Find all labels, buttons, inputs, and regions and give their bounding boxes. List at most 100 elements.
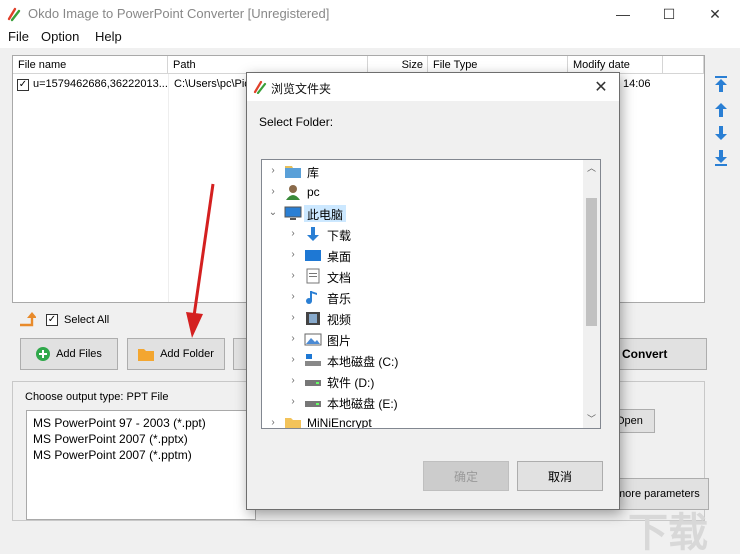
select-all-checkbox[interactable]: ✓ bbox=[46, 314, 58, 326]
tree-scrollbar[interactable]: ︿ ﹀ bbox=[583, 160, 600, 428]
output-type-pptx[interactable]: MS PowerPoint 2007 (*.pptx) bbox=[33, 432, 188, 446]
tree-item[interactable]: › 本地磁盘 (C:) bbox=[262, 350, 584, 371]
user-icon bbox=[286, 185, 300, 200]
more-parameters-label: more parameters bbox=[616, 488, 700, 500]
tree-item[interactable]: › 软件 (D:) bbox=[262, 371, 584, 392]
tree-item[interactable]: › 音乐 bbox=[262, 287, 584, 308]
expand-chevron-icon[interactable]: › bbox=[288, 228, 298, 240]
tree-item[interactable]: › 文档 bbox=[262, 266, 584, 287]
scroll-up-icon[interactable]: ︿ bbox=[583, 160, 600, 177]
add-folder-button[interactable]: Add Folder bbox=[127, 338, 225, 370]
row-modify-date[interactable]: 14:06 bbox=[623, 78, 651, 90]
video-icon bbox=[306, 312, 320, 325]
move-up-icon[interactable] bbox=[713, 101, 729, 119]
convert-label: Convert bbox=[622, 347, 668, 361]
open-label: Open bbox=[616, 415, 643, 427]
document-icon bbox=[306, 268, 320, 284]
tree-item-label: pc bbox=[307, 185, 320, 199]
expand-chevron-icon[interactable]: › bbox=[268, 417, 278, 428]
tree-item-label: 音乐 bbox=[327, 292, 352, 306]
menu-option[interactable]: Option bbox=[41, 29, 79, 44]
tree-item-label: 文档 bbox=[327, 271, 352, 285]
tree-item[interactable]: › 图片 bbox=[262, 329, 584, 350]
scroll-down-icon[interactable]: ﹀ bbox=[583, 411, 600, 428]
tree-item-label: MiNiEncrypt bbox=[307, 416, 372, 429]
row-checkbox[interactable]: ✓ bbox=[17, 79, 29, 91]
output-type-list[interactable]: MS PowerPoint 97 - 2003 (*.ppt) MS Power… bbox=[26, 410, 256, 520]
window-title: Okdo Image to PowerPoint Converter [Unre… bbox=[28, 6, 330, 21]
menu-file[interactable]: File bbox=[8, 29, 29, 44]
library-icon bbox=[285, 166, 301, 178]
expand-chevron-icon[interactable]: › bbox=[288, 312, 298, 324]
select-folder-label: Select Folder: bbox=[259, 115, 334, 129]
select-all-label[interactable]: Select All bbox=[64, 314, 109, 326]
drive-c-icon bbox=[305, 354, 321, 366]
tree-item[interactable]: › 视频 bbox=[262, 308, 584, 329]
expand-chevron-icon[interactable]: › bbox=[288, 354, 298, 366]
tree-item[interactable]: › 下载 bbox=[262, 224, 584, 245]
move-bottom-icon[interactable] bbox=[713, 149, 729, 167]
column-filler bbox=[663, 56, 704, 74]
folder-icon bbox=[138, 349, 155, 361]
add-icon bbox=[36, 347, 51, 361]
folder-tree[interactable]: › 库 › pc ⌄ 此电脑 › 下载 › 桌面 › 文档 › 音乐 › 视频 › 图片 › 本地磁盘 (C:) › 软件… bbox=[261, 159, 601, 429]
tree-item-label: 软件 (D:) bbox=[327, 376, 375, 390]
convert-button[interactable]: Convert bbox=[609, 338, 707, 370]
download-icon bbox=[307, 227, 319, 241]
tree-item[interactable]: › 库 bbox=[262, 161, 584, 182]
move-top-icon[interactable] bbox=[713, 75, 729, 93]
tree-item-label: 视频 bbox=[327, 313, 352, 327]
add-files-button[interactable]: Add Files bbox=[20, 338, 118, 370]
menu-help[interactable]: Help bbox=[95, 29, 122, 44]
dialog-title-bar: 浏览文件夹 ✕ bbox=[247, 73, 619, 101]
tree-item[interactable]: › pc bbox=[262, 182, 584, 203]
tree-item[interactable]: › 桌面 bbox=[262, 245, 584, 266]
tree-item-label: 库 bbox=[307, 166, 320, 180]
title-bar: Okdo Image to PowerPoint Converter [Unre… bbox=[0, 0, 740, 28]
expand-chevron-icon[interactable]: › bbox=[268, 165, 278, 177]
close-button[interactable]: ✕ bbox=[692, 0, 738, 28]
app-logo-icon bbox=[7, 7, 21, 22]
expand-chevron-icon[interactable]: › bbox=[288, 249, 298, 261]
browse-folder-dialog: 浏览文件夹 ✕ Select Folder: › 库 › pc ⌄ 此电脑 › 下载 › 桌面 › 文… bbox=[246, 72, 620, 510]
expand-chevron-icon[interactable]: › bbox=[288, 333, 298, 345]
folder-icon bbox=[285, 418, 301, 428]
tree-item-label: 图片 bbox=[327, 334, 352, 348]
tree-item-label: 此电脑 bbox=[304, 205, 347, 222]
expand-chevron-icon[interactable]: › bbox=[288, 375, 298, 387]
tree-item-label: 本地磁盘 (C:) bbox=[327, 355, 399, 369]
picture-icon bbox=[304, 333, 322, 346]
go-up-folder-icon[interactable] bbox=[18, 311, 36, 327]
app-logo-icon bbox=[253, 80, 267, 94]
output-type-ppt[interactable]: MS PowerPoint 97 - 2003 (*.ppt) bbox=[33, 416, 206, 430]
scroll-thumb[interactable] bbox=[586, 198, 597, 326]
menu-bar: File Option Help bbox=[0, 28, 740, 48]
grid-divider bbox=[168, 74, 169, 302]
drive-icon bbox=[305, 401, 321, 407]
collapse-chevron-icon[interactable]: ⌄ bbox=[268, 207, 278, 219]
add-files-label: Add Files bbox=[56, 348, 102, 360]
row-file-name[interactable]: u=1579462686,36222013... bbox=[33, 78, 167, 90]
output-type-pptm[interactable]: MS PowerPoint 2007 (*.pptm) bbox=[33, 448, 192, 462]
maximize-button[interactable]: ☐ bbox=[646, 0, 692, 28]
row-path[interactable]: C:\Users\pc\Pic bbox=[174, 78, 248, 90]
drive-icon bbox=[305, 380, 321, 386]
ok-button[interactable]: 确定 bbox=[423, 461, 509, 491]
output-type-label: Choose output type: PPT File bbox=[25, 391, 169, 403]
tree-item-label: 本地磁盘 (E:) bbox=[327, 397, 398, 411]
expand-chevron-icon[interactable]: › bbox=[288, 270, 298, 282]
tree-item[interactable]: ⌄ 此电脑 bbox=[262, 203, 584, 224]
tree-item[interactable]: › 本地磁盘 (E:) bbox=[262, 392, 584, 413]
column-file-name[interactable]: File name bbox=[13, 56, 168, 74]
move-down-icon[interactable] bbox=[713, 124, 729, 142]
watermark-logo: 下载 bbox=[628, 510, 708, 554]
dialog-close-button[interactable]: ✕ bbox=[589, 76, 613, 98]
cancel-button[interactable]: 取消 bbox=[517, 461, 603, 491]
expand-chevron-icon[interactable]: › bbox=[288, 291, 298, 303]
tree-item[interactable]: › MiNiEncrypt bbox=[262, 413, 584, 429]
expand-chevron-icon[interactable]: › bbox=[268, 186, 278, 198]
tree-item-label: 桌面 bbox=[327, 250, 352, 264]
expand-chevron-icon[interactable]: › bbox=[288, 396, 298, 408]
tree-item-label: 下载 bbox=[327, 229, 352, 243]
minimize-button[interactable]: — bbox=[600, 0, 646, 28]
